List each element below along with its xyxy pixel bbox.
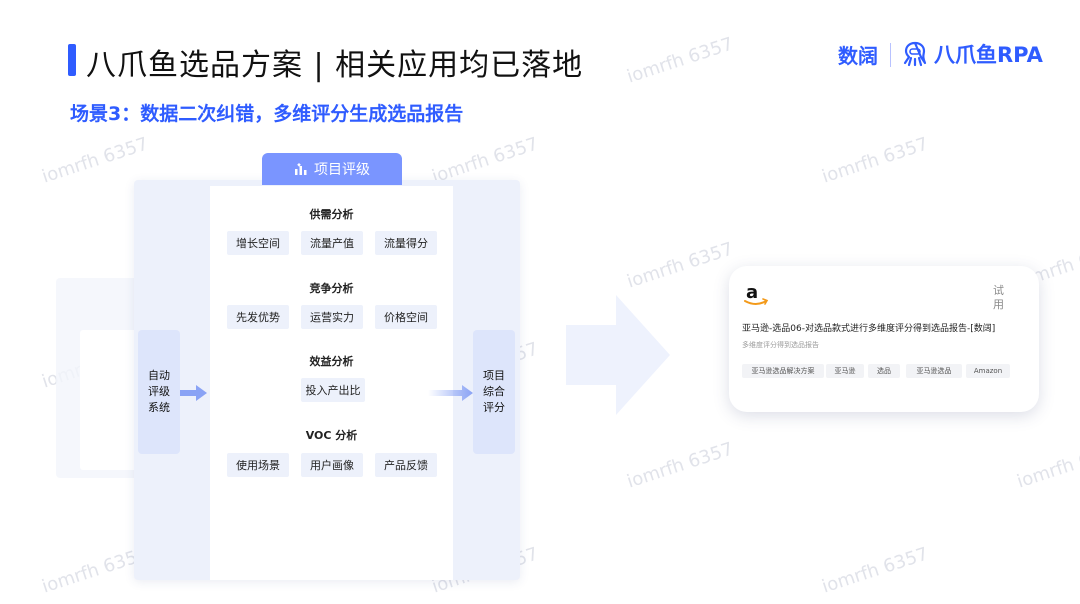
watermark: iomrfh 6357 bbox=[819, 543, 931, 598]
auto-rating-system-box: 自动 评级 系统 bbox=[138, 330, 180, 454]
background-screenshot-inner bbox=[80, 330, 140, 470]
watermark: iomrfh 6357 bbox=[39, 133, 151, 188]
tag[interactable]: 亚马逊 bbox=[826, 364, 864, 378]
chip-growth-space: 增长空间 bbox=[227, 231, 289, 255]
auto-rating-line: 自动 bbox=[148, 369, 170, 382]
chip-traffic-value: 流量产值 bbox=[301, 231, 363, 255]
svg-text:a: a bbox=[746, 282, 758, 303]
chip-product-feedback: 产品反馈 bbox=[375, 453, 437, 477]
page-title: 八爪鱼选品方案 | 相关应用均已落地 bbox=[86, 48, 584, 83]
logo-divider bbox=[890, 43, 891, 67]
overall-score-line: 评分 bbox=[483, 401, 505, 414]
tag[interactable]: 亚马逊选品解决方案 bbox=[742, 364, 824, 378]
tag[interactable]: 选品 bbox=[868, 364, 900, 378]
chip-user-persona: 用户画像 bbox=[301, 453, 363, 477]
big-right-arrow-icon bbox=[566, 295, 672, 415]
rating-chart-icon bbox=[295, 163, 307, 175]
tag[interactable]: Amazon bbox=[966, 364, 1010, 378]
section-title-benefit: 效益分析 bbox=[309, 355, 354, 368]
chip-first-mover: 先发优势 bbox=[227, 305, 289, 329]
chip-traffic-score: 流量得分 bbox=[375, 231, 437, 255]
result-card-title: 亚马逊-选品06-对选品款式进行多维度评分得到选品报告-[数阔] bbox=[742, 324, 996, 334]
chip-usage-scenario: 使用场景 bbox=[227, 453, 289, 477]
bazhua-logo-text: 八爪鱼RPA bbox=[934, 43, 1043, 67]
section-title-competition: 竞争分析 bbox=[309, 282, 354, 295]
bazhua-logo: 八爪鱼RPA bbox=[900, 38, 1048, 70]
section-title-voc: VOC 分析 bbox=[305, 429, 358, 442]
overall-score-box: 项目 综合 评分 bbox=[473, 330, 515, 454]
section-title-supply-demand: 供需分析 bbox=[309, 208, 354, 221]
shuju-logo: 数阔 bbox=[838, 44, 878, 68]
project-rating-label: 项目评级 bbox=[314, 162, 370, 178]
right-arrow-icon bbox=[180, 383, 208, 403]
watermark: iomrfh 6357 bbox=[624, 238, 736, 293]
amazon-icon: a bbox=[742, 282, 770, 308]
watermark: iomrfh 6357 bbox=[819, 133, 931, 188]
right-arrow-icon bbox=[428, 383, 474, 403]
title-accent-bar bbox=[68, 44, 76, 76]
octopus-icon bbox=[903, 41, 927, 67]
auto-rating-line: 系统 bbox=[148, 401, 170, 414]
watermark: iomrfh 6357 bbox=[624, 438, 736, 493]
auto-rating-line: 评级 bbox=[148, 385, 170, 398]
project-rating-tab: 项目评级 bbox=[262, 153, 402, 185]
watermark: iomrfh 6357 bbox=[624, 33, 736, 88]
overall-score-line: 项目 bbox=[483, 369, 505, 382]
watermark: iomrfh 6357 bbox=[1014, 438, 1080, 493]
chip-operation-strength: 运营实力 bbox=[301, 305, 363, 329]
chip-price-space: 价格空间 bbox=[375, 305, 437, 329]
overall-score-line: 综合 bbox=[483, 385, 505, 398]
result-card-description: 多维度评分得到选品报告 bbox=[742, 341, 819, 349]
trial-button[interactable]: 试用 bbox=[993, 284, 1009, 312]
tag[interactable]: 亚马逊选品 bbox=[906, 364, 962, 378]
page-subtitle: 场景3：数据二次纠错，多维评分生成选品报告 bbox=[70, 103, 464, 125]
chip-roi: 投入产出比 bbox=[301, 378, 365, 402]
